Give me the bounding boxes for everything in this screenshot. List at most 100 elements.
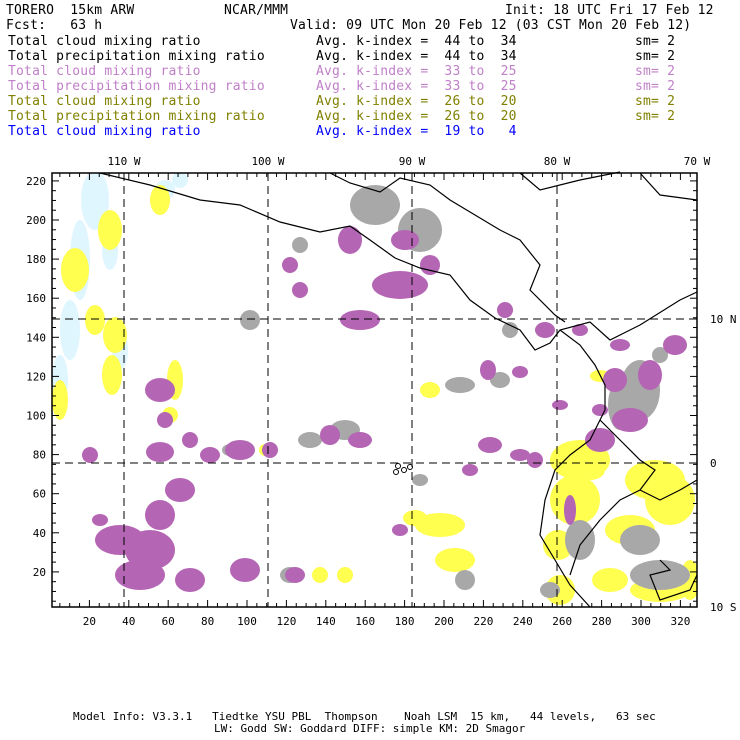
mid-cloud-area	[157, 412, 173, 428]
mid-cloud-area	[391, 230, 419, 250]
mid-cloud-area	[527, 452, 543, 468]
shallow-cloud-area	[60, 300, 80, 360]
high-cloud-area	[630, 560, 690, 590]
x-tick-label: 320	[670, 615, 690, 628]
mid-cloud-area	[200, 447, 220, 463]
low-cloud-area	[645, 475, 695, 525]
x-tick-label: 280	[592, 615, 612, 628]
galapagos-island	[395, 463, 401, 469]
x-tick-label: 20	[83, 615, 96, 628]
high-cloud-area	[565, 520, 595, 560]
mid-cloud-area	[262, 442, 278, 458]
y-tick-label: 220	[26, 175, 46, 188]
y-tick-label: 100	[26, 410, 46, 423]
x-tick-label: 120	[276, 615, 296, 628]
mid-cloud-area	[145, 500, 175, 530]
high-cloud-area	[412, 474, 428, 486]
mid-cloud-area	[610, 339, 630, 351]
x-tick-label: 40	[122, 615, 135, 628]
mid-cloud-area	[182, 432, 198, 448]
low-cloud-area	[435, 548, 475, 572]
low-cloud-area	[403, 510, 427, 526]
mid-cloud-area	[663, 335, 687, 355]
mid-cloud-area	[392, 524, 408, 536]
high-cloud-area	[298, 432, 322, 448]
mid-cloud-area	[165, 478, 195, 502]
high-cloud-area	[455, 570, 475, 590]
mid-cloud-area	[564, 495, 576, 525]
low-cloud-area	[98, 210, 122, 250]
x-tick-label: 240	[513, 615, 533, 628]
low-cloud-area	[337, 567, 353, 583]
mid-cloud-area	[225, 440, 255, 460]
high-cloud-area	[445, 377, 475, 393]
x-tick-label: 300	[631, 615, 651, 628]
low-cloud-area	[103, 317, 127, 353]
y-tick-label: 40	[33, 527, 46, 540]
low-cloud-area	[61, 248, 89, 292]
low-cloud-area	[592, 568, 628, 592]
y-tick-label: 20	[33, 566, 46, 579]
map-fields	[52, 173, 697, 605]
low-cloud-area	[102, 355, 122, 395]
y-tick-label: 160	[26, 292, 46, 305]
mid-cloud-area	[638, 360, 662, 390]
x-tick-label: 80	[201, 615, 214, 628]
y-tick-label: 80	[33, 449, 46, 462]
mid-cloud-area	[282, 257, 298, 273]
galapagos-island	[401, 467, 407, 473]
mid-cloud-area	[552, 400, 568, 410]
mid-cloud-area	[340, 310, 380, 330]
mid-cloud-area	[372, 271, 428, 299]
x-tick-label: 140	[316, 615, 336, 628]
y-tick-label: 60	[33, 488, 46, 501]
latitude-label: 10 N	[710, 313, 737, 326]
coastline	[519, 171, 621, 191]
longitude-label: 100 W	[251, 155, 284, 168]
galapagos-island	[393, 469, 399, 475]
mid-cloud-area	[175, 568, 205, 592]
mid-cloud-area	[480, 360, 496, 380]
y-tick-label: 200	[26, 214, 46, 227]
model-info-line2: LW: Godd SW: Goddard DIFF: simple KM: 2D…	[214, 722, 526, 735]
mid-cloud-area	[292, 282, 308, 298]
mid-cloud-area	[320, 425, 340, 445]
low-cloud-area	[312, 567, 328, 583]
mid-cloud-area	[348, 432, 372, 448]
mid-cloud-area	[82, 447, 98, 463]
x-tick-label: 160	[355, 615, 375, 628]
y-tick-label: 180	[26, 253, 46, 266]
high-cloud-area	[292, 237, 308, 253]
mid-cloud-area	[230, 558, 260, 582]
mid-cloud-area	[478, 437, 502, 453]
low-cloud-area	[420, 382, 440, 398]
mid-cloud-area	[338, 226, 362, 254]
longitude-label: 80 W	[544, 155, 571, 168]
map-plot: 110 W 100 W 90 W 80 W 70 W 10 N 0 10 S 20 40 60 80 1…	[26, 155, 737, 628]
latitude-label: 0	[710, 457, 717, 470]
mid-cloud-area	[535, 322, 555, 338]
mid-cloud-area	[115, 560, 165, 590]
x-tick-label: 100	[237, 615, 257, 628]
y-tick-label: 140	[26, 331, 46, 344]
coastline	[639, 172, 698, 201]
low-cloud-area	[85, 305, 105, 335]
x-tick-label: 260	[552, 615, 572, 628]
high-cloud-area	[240, 310, 260, 330]
x-tick-label: 200	[434, 615, 454, 628]
high-cloud-area	[620, 525, 660, 555]
mid-cloud-area	[497, 302, 513, 318]
latitude-label: 10 S	[710, 601, 737, 614]
mid-cloud-area	[146, 442, 174, 462]
longitude-label: 110 W	[107, 155, 140, 168]
x-tick-label: 60	[162, 615, 175, 628]
mid-cloud-area	[285, 567, 305, 583]
longitude-label: 70 W	[684, 155, 711, 168]
mid-cloud-area	[92, 514, 108, 526]
longitude-label: 90 W	[399, 155, 426, 168]
y-tick-label: 120	[26, 370, 46, 383]
mid-cloud-area	[612, 408, 648, 432]
high-cloud-area	[502, 322, 518, 338]
x-tick-label: 220	[473, 615, 493, 628]
mid-cloud-area	[462, 464, 478, 476]
